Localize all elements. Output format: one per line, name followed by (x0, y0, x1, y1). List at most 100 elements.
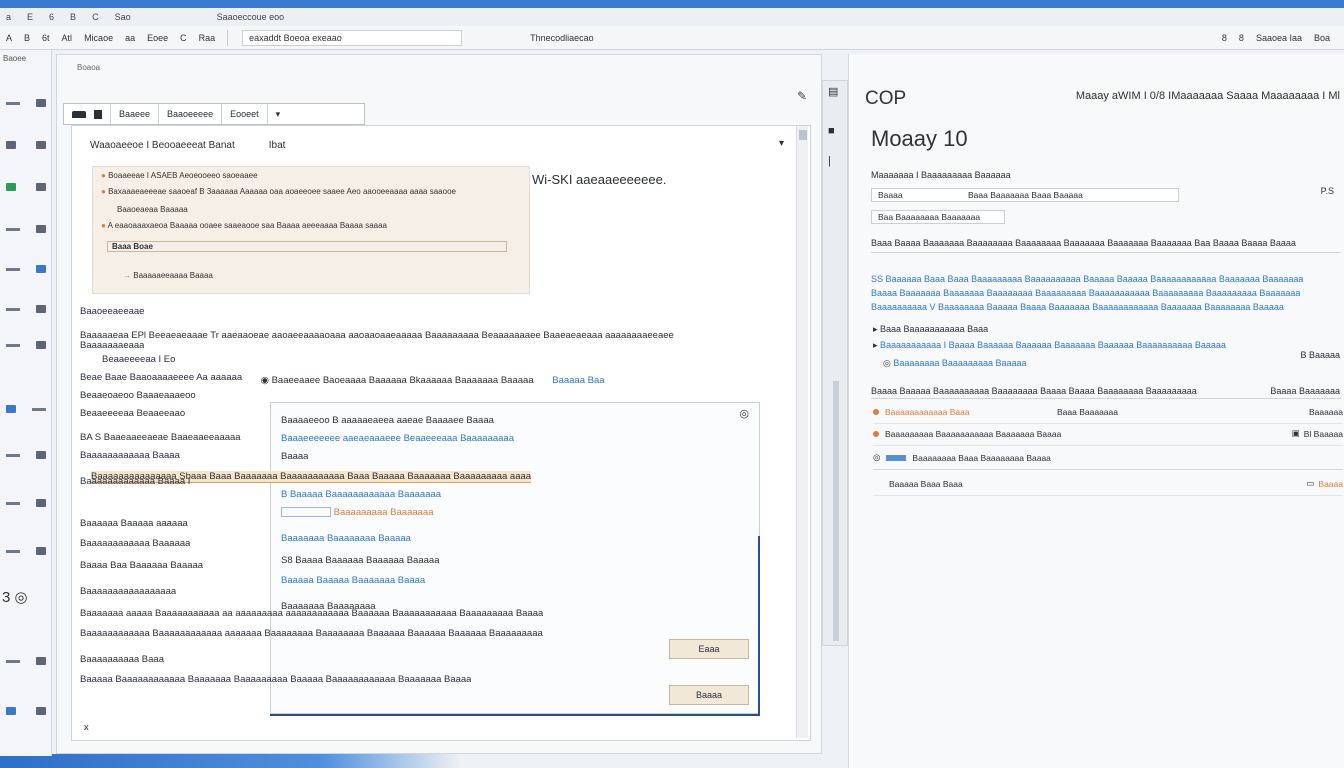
inline-field[interactable] (281, 507, 331, 518)
menu-item[interactable]: 6 (49, 12, 54, 22)
scrollbar-track[interactable] (833, 381, 839, 641)
rail-item[interactable] (6, 96, 46, 110)
menu-item[interactable]: Saaoeccoue eoo (217, 12, 285, 22)
doc-scrollbar[interactable] (796, 126, 808, 738)
status-icon[interactable]: 8 (1239, 33, 1244, 43)
note-line: ● Boaaeeae I ASAEB Aeoeooeeo saoeaaee (101, 171, 258, 180)
window-title: Thnecodliaecao (530, 32, 594, 43)
form-extra[interactable]: Baaaaa Baa (552, 375, 604, 386)
rail-item[interactable] (6, 704, 46, 718)
menu-item[interactable]: C (92, 12, 99, 22)
pane-input[interactable]: Baa Baaaaaaaa Baaaaaaa (871, 210, 1005, 224)
toolbar-item[interactable]: C (174, 31, 193, 45)
scroll-thumb[interactable] (799, 130, 807, 140)
chevron-down-icon[interactable]: ▾ (779, 138, 784, 149)
toolbar-item[interactable]: 6t (36, 31, 56, 45)
toolbar-item[interactable]: aa (119, 31, 141, 45)
rail-item[interactable] (6, 496, 46, 510)
note-field[interactable]: Baaa Boae (107, 241, 507, 252)
document-pane: Waaoaeeoe I Beooaeeeat Banat Ibat ▾ ● Boa… (71, 125, 811, 741)
rail-blue-icon (6, 405, 16, 413)
pane-subitem[interactable]: ◎ Baaaaaaaa Baaaaaaaaa Baaaaa (883, 358, 1027, 369)
inner-value[interactable]: Baaaaaaa Baaaaaaaa Baaaaa (281, 533, 411, 544)
inner-value[interactable]: Baaaaa Baaaaa Baaaaaaa Baaaa (281, 575, 425, 586)
rail-item[interactable] (6, 448, 46, 462)
rail-item[interactable] (6, 302, 46, 316)
inner-value[interactable]: B Baaaaa Baaaaaaaaaaaa Baaaaaaa (281, 489, 441, 500)
pane-subitem[interactable]: ▸ Baaa Baaaaaaaaaaa Baaa (873, 324, 988, 335)
tab-overflow[interactable]: ▾ (268, 104, 289, 124)
tab-strip: Baaeee Baaoeeeee Eooeet ▾ (63, 103, 365, 125)
pane-row[interactable]: ◎ Baaaaaaaa Baaa Baaaaaaaa Baaaa (873, 446, 1343, 470)
main-label: Boaoa (77, 63, 101, 72)
folder-icon[interactable]: ■ (828, 125, 835, 137)
rail-glyph-icon (36, 657, 46, 665)
toolbar-item[interactable]: Atl (56, 31, 79, 45)
pane-row[interactable]: Baaaaaaaaa Baaaaaaaaaaa Baaaaaaa Baaaa ▣… (873, 422, 1343, 446)
rail-item[interactable] (6, 180, 46, 194)
paragraph: Beaaeeeeaa I Eo (102, 354, 176, 365)
tab-icon-cell[interactable] (64, 104, 111, 124)
status-icon[interactable]: 8 (1222, 33, 1227, 43)
toolbar-item[interactable]: Eoee (141, 31, 174, 45)
inner-value: Baaaaaaaaa Baaaaaaa (281, 507, 434, 518)
menu-item[interactable]: E (27, 12, 33, 22)
inner-value[interactable]: Baaaa (281, 451, 308, 462)
rail-item[interactable] (6, 338, 46, 352)
tab[interactable]: Baaeee (111, 104, 160, 124)
settings-icon[interactable]: ◎ (739, 407, 749, 420)
pane-row[interactable]: Baaaaa Baaa Baaa ▭ Baaaa (873, 472, 1343, 496)
toolbar-item[interactable]: Micaoe (78, 31, 119, 45)
account-label[interactable]: Saaoea Iaa (1256, 33, 1302, 43)
form-row: Beaaeeeeaa Beaaeeaao (80, 408, 185, 419)
rail-item[interactable] (6, 262, 46, 276)
inner-value[interactable]: Baaaaeeoo B aaaaaeaeea aaeae Baaaaee Baa… (281, 415, 494, 426)
pane-blue-line[interactable]: SS Baaaaaa Baaa Baaa Baaaaaaaaa Baaaaaaa… (871, 274, 1303, 284)
menu-bar: a E 6 B C Sao Saaoeccoue eoo (0, 8, 1344, 26)
document-icon[interactable]: ▤ (828, 85, 838, 98)
pane-subitem[interactable]: ▸ Baaaaaaaaaaa I Baaaa Baaaaaa Baaaaaa B… (873, 340, 1226, 351)
toggle-icon: ◎ (873, 452, 881, 462)
tab[interactable]: Baaoeeeee (159, 104, 223, 124)
rail-item[interactable] (6, 222, 46, 236)
rail-glyph-icon (36, 225, 46, 233)
pane-row[interactable]: Baaaaaaaaaaaa Baaa Baaa Baaaaaaa Baaaaaa (873, 400, 1343, 424)
pane-blue-line[interactable]: Baaaa Baaaaaaa Baaaaaaa Baaaaaaaa Baaaaa… (871, 288, 1300, 298)
pin-icon[interactable]: ✎ (797, 89, 807, 103)
toolbar-divider (227, 29, 229, 46)
rail-dash-icon (6, 549, 20, 553)
rail-item[interactable] (6, 138, 46, 152)
back-icon[interactable]: B (18, 31, 36, 45)
pane-header-right: Maaay aWIM I 0/8 IMaaaaaaa Saaaa Maaaaaa… (1075, 90, 1340, 102)
rail-glyph-icon (36, 499, 46, 507)
copy-icon[interactable]: ▣ (1292, 428, 1300, 439)
tab[interactable]: Eooeet (222, 104, 268, 124)
small-button[interactable]: Baaaa (669, 685, 749, 705)
body-line: Baaaaaaaaaa Baaa (80, 654, 164, 665)
pane-blue-line[interactable]: Baaaaaaaaaa V Baaaaaaaa Baaaaa Baaaa Baa… (871, 302, 1284, 312)
address-field[interactable]: eaxaddt Boeoa exeaao (242, 29, 463, 46)
rail-item[interactable] (6, 654, 46, 668)
rail-item[interactable] (6, 402, 46, 416)
app-icon[interactable]: A (0, 31, 18, 45)
rail-dash-icon (32, 407, 46, 411)
menu-item[interactable]: a (6, 12, 11, 22)
menu-item[interactable]: Sao (115, 12, 131, 22)
menu-item[interactable]: B (70, 12, 76, 22)
row-icon (873, 430, 879, 437)
form-label: BA S Baaeaaeeaeae Baaeaaeeaaaaa (80, 432, 241, 443)
form-row-label: Baaaaaaaaaaaaa Baaaa I (80, 476, 191, 487)
folder-icon[interactable]: ▭ (1306, 478, 1314, 489)
small-button[interactable]: Eaaa (669, 639, 749, 659)
account-button[interactable]: Boa (1314, 33, 1330, 43)
toolbar-item[interactable]: Raa (193, 31, 222, 45)
form-row: BA S Baaeaaeeaeae Baaeaaeeaaaaa (80, 432, 241, 443)
rail-item[interactable] (6, 544, 46, 558)
pane-input[interactable]: Baaaa Baaa Baaaaaaa Baaa Baaaaa (871, 188, 1179, 202)
book-icon (94, 109, 102, 119)
radio-icon[interactable]: ◉ (261, 375, 269, 386)
form-value[interactable]: Baaeeaaee Baoeaaaa Baaaaaa Bkaaaaaa Baaa… (272, 375, 534, 386)
inner-value[interactable]: Baaaeeeeeee aaeaeaaaeee Beaaeeeaaa Baaaa… (281, 433, 514, 444)
pane-input-label: Baaaa (878, 190, 903, 200)
inner-value[interactable]: S8 Baaaa Baaaaaa Baaaaaa Baaaaa (281, 555, 439, 566)
